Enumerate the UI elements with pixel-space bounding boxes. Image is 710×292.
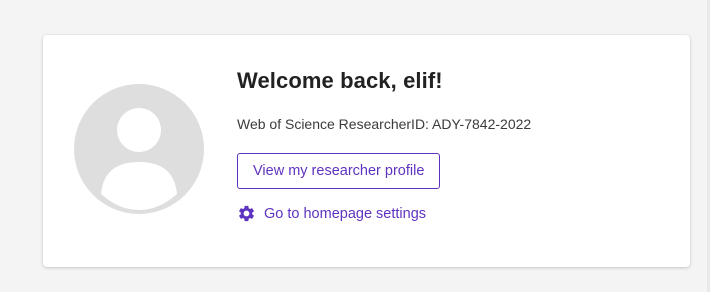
settings-link-label: Go to homepage settings (264, 205, 427, 222)
page-title: Welcome back, elif! (237, 68, 443, 93)
welcome-card: Welcome back, elif! Web of Science Resea… (43, 35, 690, 267)
gear-icon (239, 205, 254, 222)
researcher-id-text: Web of Science ResearcherID: ADY-7842-20… (237, 116, 532, 132)
user-placeholder-icon (74, 84, 204, 214)
homepage-settings-link[interactable]: Go to homepage settings (237, 204, 531, 223)
page: Welcome back, elif! Web of Science Resea… (0, 0, 710, 292)
welcome-content: Welcome back, elif! Web of Science Resea… (237, 65, 531, 223)
view-researcher-profile-button[interactable]: View my researcher profile (237, 153, 441, 189)
avatar (74, 84, 204, 214)
